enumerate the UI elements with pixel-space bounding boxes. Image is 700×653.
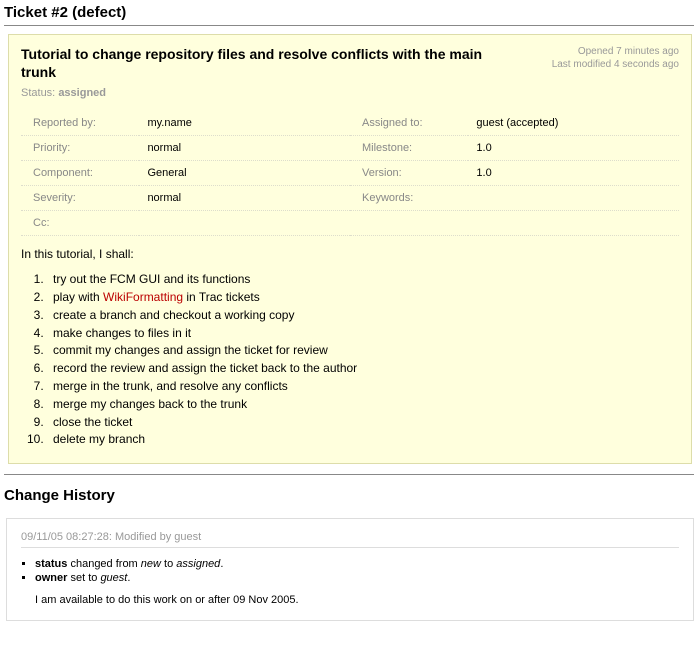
reported-by-label: Reported by: (21, 111, 139, 136)
new-value: guest (100, 572, 127, 584)
text: changed from (67, 558, 140, 570)
wiki-formatting-link[interactable]: WikiFormatting (103, 290, 183, 304)
list-item: close the ticket (47, 414, 679, 431)
list-item: try out the FCM GUI and its functions (47, 271, 679, 288)
keywords-label: Keywords: (350, 186, 468, 211)
priority-label: Priority: (21, 136, 139, 161)
text: in Trac tickets (183, 290, 260, 304)
list-item: merge in the trunk, and resolve any conf… (47, 378, 679, 395)
text: play with (53, 290, 103, 304)
version-label: Version: (350, 161, 468, 186)
ticket-summary: Tutorial to change repository files and … (21, 45, 519, 81)
divider (4, 474, 694, 475)
severity-value: normal (139, 186, 350, 211)
list-item: merge my changes back to the trunk (47, 396, 679, 413)
new-value: assigned (176, 558, 220, 570)
text: . (127, 572, 130, 584)
change-history-header: Change History (4, 487, 694, 504)
list-item: create a branch and checkout a working c… (47, 307, 679, 324)
description-list: try out the FCM GUI and its functions pl… (47, 271, 679, 448)
component-label: Component: (21, 161, 139, 186)
cc-value (139, 211, 350, 236)
version-value: 1.0 (468, 161, 679, 186)
change-meta: 09/11/05 08:27:28: Modified by guest (21, 531, 679, 548)
ticket-description: In this tutorial, I shall: try out the F… (21, 246, 679, 448)
field-name: owner (35, 572, 67, 584)
list-item: commit my changes and assign the ticket … (47, 342, 679, 359)
list-item: play with WikiFormatting in Trac tickets (47, 289, 679, 306)
list-item: record the review and assign the ticket … (47, 360, 679, 377)
change-comment: I am available to do this work on or aft… (35, 594, 679, 606)
change-entry: 09/11/05 08:27:28: Modified by guest sta… (6, 518, 694, 621)
list-item: make changes to files in it (47, 325, 679, 342)
severity-label: Severity: (21, 186, 139, 211)
description-intro: In this tutorial, I shall: (21, 246, 679, 263)
status-value: assigned (58, 87, 106, 99)
ticket-box: Opened 7 minutes ago Last modified 4 sec… (8, 34, 692, 464)
ticket-header: Ticket #2 (defect) (4, 4, 694, 26)
status-label: Status: (21, 87, 55, 99)
reported-by-value: my.name (139, 111, 350, 136)
keywords-value (468, 186, 679, 211)
component-value: General (139, 161, 350, 186)
cc-label: Cc: (21, 211, 139, 236)
text: set to (67, 572, 100, 584)
assigned-to-label: Assigned to: (350, 111, 468, 136)
properties-table: Reported by: my.name Assigned to: guest … (21, 111, 679, 236)
change-item-owner: owner set to guest. (35, 572, 679, 584)
old-value: new (141, 558, 161, 570)
field-name: status (35, 558, 67, 570)
modified-date: Last modified 4 seconds ago (552, 58, 679, 71)
priority-value: normal (139, 136, 350, 161)
milestone-value: 1.0 (468, 136, 679, 161)
assigned-to-value: guest (accepted) (468, 111, 679, 136)
list-item: delete my branch (47, 431, 679, 448)
text: . (220, 558, 223, 570)
ticket-dates: Opened 7 minutes ago Last modified 4 sec… (552, 45, 679, 71)
ticket-top: Opened 7 minutes ago Last modified 4 sec… (21, 45, 679, 99)
milestone-label: Milestone: (350, 136, 468, 161)
change-list: status changed from new to assigned. own… (35, 558, 679, 584)
text: to (161, 558, 176, 570)
ticket-status: Status: assigned (21, 87, 679, 99)
change-item-status: status changed from new to assigned. (35, 558, 679, 570)
opened-date: Opened 7 minutes ago (552, 45, 679, 58)
